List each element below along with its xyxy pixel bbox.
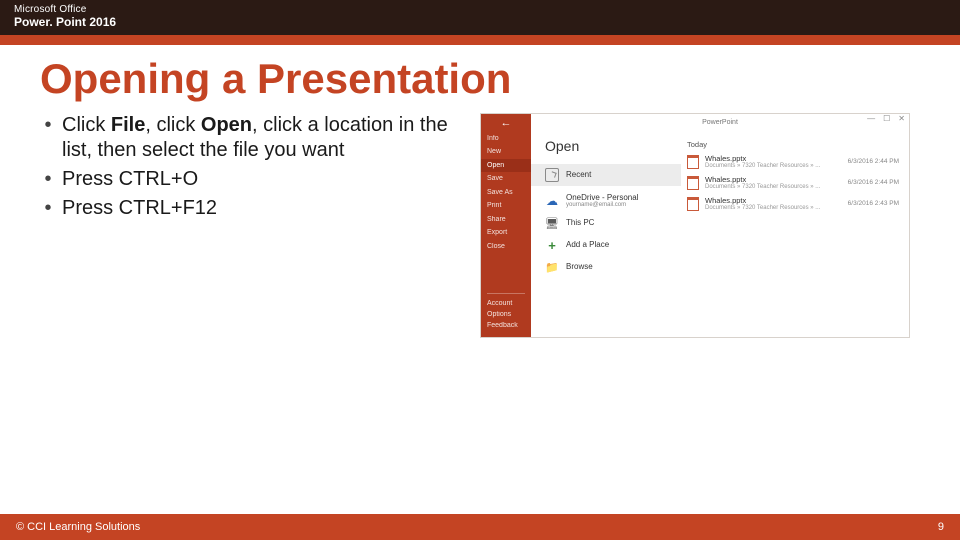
file-item[interactable]: Whales.pptx Documents » 7320 Teacher Res…: [687, 154, 899, 169]
sidebar-item-saveas[interactable]: Save As: [481, 186, 531, 199]
pp-titlebar: PowerPoint — ☐ ✕: [531, 114, 909, 130]
sidebar-item-info[interactable]: Info: [481, 132, 531, 145]
sidebar-item-export[interactable]: Export: [481, 226, 531, 239]
accent-band: [0, 35, 960, 45]
slide: Microsoft Office Power. Point 2016 Openi…: [0, 0, 960, 540]
bullet-dot: •: [40, 196, 56, 221]
pp-sidebar-bottom: Account Options Feedback: [481, 289, 531, 337]
open-locations: Open Recent OneDrive - Personal yourname…: [531, 130, 681, 337]
footer: © CCI Learning Solutions 9: [0, 514, 960, 540]
pp-app-title: PowerPoint: [702, 119, 738, 126]
sidebar-item-open[interactable]: Open: [481, 159, 531, 172]
page-number: 9: [938, 521, 944, 533]
pp-nav: Info New Open Save Save As Print Share E…: [481, 132, 531, 253]
header-line2: Power. Point 2016: [14, 15, 946, 29]
folder-icon: [545, 260, 559, 274]
sidebar-item-new[interactable]: New: [481, 145, 531, 158]
location-browse[interactable]: Browse: [545, 260, 673, 274]
sidebar-item-print[interactable]: Print: [481, 199, 531, 212]
location-onedrive[interactable]: OneDrive - Personal yourname@email.com: [545, 194, 673, 208]
sidebar-item-share[interactable]: Share: [481, 213, 531, 226]
sidebar-item-feedback[interactable]: Feedback: [481, 320, 531, 331]
back-arrow-icon[interactable]: ←: [481, 114, 531, 132]
bullet-3: • Press CTRL+F12: [40, 196, 460, 221]
copyright: © CCI Learning Solutions: [16, 521, 140, 533]
file-item[interactable]: Whales.pptx Documents » 7320 Teacher Res…: [687, 175, 899, 190]
location-thispc[interactable]: This PC: [545, 216, 673, 230]
sidebar-item-account[interactable]: Account: [481, 298, 531, 309]
cloud-icon: [545, 194, 559, 208]
open-heading: Open: [545, 138, 673, 154]
location-recent[interactable]: Recent: [531, 164, 681, 186]
close-icon[interactable]: ✕: [898, 114, 905, 123]
sidebar-item-close[interactable]: Close: [481, 240, 531, 253]
maximize-icon[interactable]: ☐: [883, 114, 890, 123]
bullet-2: • Press CTRL+O: [40, 167, 460, 192]
pptx-icon: [687, 155, 699, 169]
monitor-icon: [545, 216, 559, 230]
sidebar-item-options[interactable]: Options: [481, 309, 531, 320]
page-title: Opening a Presentation: [0, 45, 960, 107]
body: • Click File, click Open, click a locati…: [0, 107, 960, 540]
location-addplace[interactable]: Add a Place: [545, 238, 673, 252]
bullet-list: • Click File, click Open, click a locati…: [40, 113, 460, 540]
pptx-icon: [687, 176, 699, 190]
bullet-1: • Click File, click Open, click a locati…: [40, 113, 460, 163]
bullet-dot: •: [40, 113, 56, 163]
file-item[interactable]: Whales.pptx Documents » 7320 Teacher Res…: [687, 196, 899, 211]
pptx-icon: [687, 197, 699, 211]
group-label: Today: [687, 140, 899, 149]
minimize-icon[interactable]: —: [867, 114, 875, 123]
pp-main: PowerPoint — ☐ ✕ Open Recent: [531, 114, 909, 337]
pp-sidebar: ← Info New Open Save Save As Print Share…: [481, 114, 531, 337]
plus-icon: [545, 238, 559, 252]
sidebar-item-save[interactable]: Save: [481, 172, 531, 185]
header-line1: Microsoft Office: [14, 4, 946, 15]
clock-icon: [545, 168, 559, 182]
header-band: Microsoft Office Power. Point 2016: [0, 0, 960, 35]
bullet-dot: •: [40, 167, 56, 192]
recent-files: Today Whales.pptx Documents » 7320 Teach…: [681, 130, 909, 337]
powerpoint-screenshot: ← Info New Open Save Save As Print Share…: [480, 113, 910, 338]
